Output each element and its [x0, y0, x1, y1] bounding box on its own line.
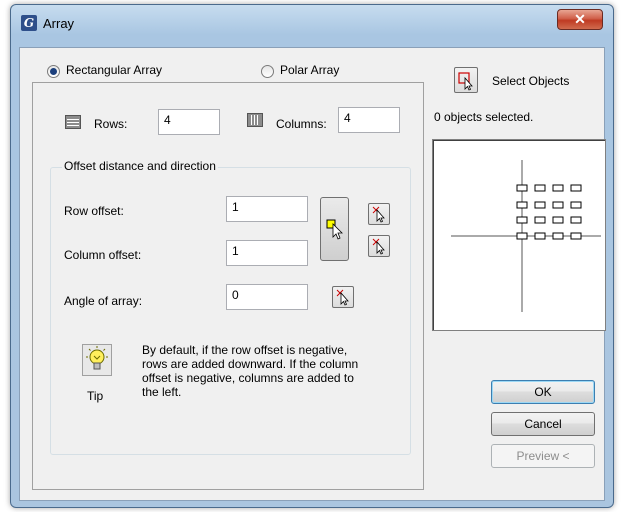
pick-point-icon — [372, 206, 385, 223]
row-offset-label: Row offset: — [64, 204, 124, 218]
pick-point-icon — [336, 289, 349, 306]
title-bar[interactable]: G Array ✕ — [11, 5, 613, 33]
pick-both-offsets-button[interactable] — [320, 197, 349, 261]
columns-input[interactable]: 4 — [338, 107, 400, 133]
columns-label: Columns: — [276, 117, 327, 131]
dialog-title: Array — [43, 16, 75, 31]
array-app-icon: G — [21, 15, 37, 31]
array-dialog: G Array ✕ Rectangular Array Polar Array … — [10, 4, 614, 508]
column-offset-label: Column offset: — [64, 248, 142, 262]
ok-button[interactable]: OK — [491, 380, 595, 404]
tip-text-line: the left. — [142, 385, 182, 399]
cancel-button[interactable]: Cancel — [491, 412, 595, 436]
pick-row-offset-button[interactable] — [368, 203, 390, 225]
polar-array-radio[interactable] — [261, 65, 274, 78]
objects-selected-status: 0 objects selected. — [434, 110, 534, 124]
close-button[interactable]: ✕ — [557, 9, 603, 30]
column-offset-input[interactable]: 1 — [226, 240, 308, 266]
pick-point-icon — [372, 238, 385, 255]
angle-input[interactable]: 0 — [226, 284, 308, 310]
dialog-client: Rectangular Array Polar Array Rows: 4 Co… — [19, 47, 606, 501]
offset-group-title: Offset distance and direction — [62, 159, 218, 173]
array-preview — [432, 139, 606, 331]
select-objects-button[interactable] — [454, 67, 478, 93]
tip-text: By default, if the row offset is negativ… — [142, 343, 358, 399]
tip-label: Tip — [87, 389, 104, 403]
rectangular-array-label[interactable]: Rectangular Array — [66, 63, 162, 77]
tip-text-line: rows are added downward. If the column — [142, 357, 359, 371]
angle-of-array-label: Angle of array: — [64, 294, 143, 308]
tip-bulb-icon — [86, 346, 108, 370]
row-offset-input[interactable]: 1 — [226, 196, 308, 222]
tip-text-line: offset is negative, columns are added to — [142, 371, 354, 385]
pick-angle-button[interactable] — [332, 286, 354, 308]
pick-both-icon — [326, 219, 343, 240]
polar-array-label[interactable]: Polar Array — [280, 63, 339, 77]
columns-icon — [247, 113, 263, 127]
pick-column-offset-button[interactable] — [368, 235, 390, 257]
rows-input[interactable]: 4 — [158, 109, 220, 135]
rows-label: Rows: — [94, 117, 128, 131]
preview-button[interactable]: Preview < — [491, 444, 595, 468]
select-objects-label[interactable]: Select Objects — [492, 74, 569, 88]
select-objects-icon — [458, 72, 473, 91]
array-preview-graphic — [451, 160, 601, 312]
tip-icon-frame — [82, 344, 112, 376]
rows-icon — [65, 115, 81, 129]
tip-text-line: By default, if the row offset is negativ… — [142, 343, 348, 357]
rectangular-array-radio[interactable] — [47, 65, 60, 78]
